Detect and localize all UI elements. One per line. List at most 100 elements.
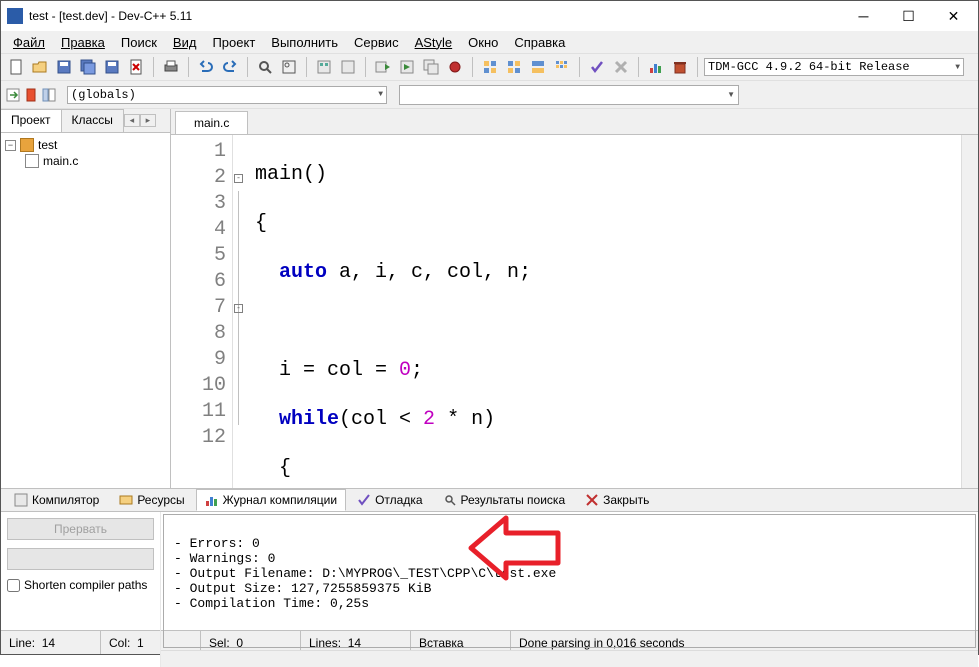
- chevron-down-icon: ▼: [955, 63, 960, 72]
- editor-panel: main.c 1 2 3 4 5 6 7 8 9 10 11 12: [171, 109, 978, 488]
- rebuild-all-icon[interactable]: [420, 56, 442, 78]
- abort-button[interactable]: Прервать: [7, 518, 154, 540]
- project-icon: [20, 138, 34, 152]
- tab-close[interactable]: Закрыть: [576, 489, 658, 511]
- titlebar: test - [test.dev] - Dev-C++ 5.11 ─ ☐ ✕: [1, 1, 978, 31]
- new-file-icon[interactable]: [5, 56, 27, 78]
- minimize-button[interactable]: ─: [841, 2, 886, 30]
- vertical-scrollbar[interactable]: [961, 135, 978, 488]
- project-tree: − test main.c: [1, 133, 170, 488]
- menu-run[interactable]: Выполнить: [263, 33, 346, 52]
- toolbar-secondary: (globals) ▼ ▼: [1, 81, 978, 109]
- project-panel: Проект Классы ◂▸ − test main.c: [1, 109, 171, 488]
- rebuild-icon[interactable]: [396, 56, 418, 78]
- menu-window[interactable]: Окно: [460, 33, 506, 52]
- compiler-select[interactable]: TDM-GCC 4.9.2 64-bit Release ▼: [704, 58, 964, 76]
- search-results-icon: [443, 493, 457, 507]
- replace-icon[interactable]: [278, 56, 300, 78]
- menu-edit[interactable]: Правка: [53, 33, 113, 52]
- close-file-icon[interactable]: [125, 56, 147, 78]
- save-all-icon[interactable]: [77, 56, 99, 78]
- bottom-panel: Компилятор Ресурсы Журнал компиляции Отл…: [1, 488, 978, 630]
- bottom-tabs: Компилятор Ресурсы Журнал компиляции Отл…: [1, 489, 978, 512]
- line-numbers: 1 2 3 4 5 6 7 8 9 10 11 12: [171, 135, 233, 488]
- chevron-down-icon: ▼: [727, 90, 735, 99]
- chevron-down-icon: ▼: [378, 90, 383, 99]
- run-icon[interactable]: [337, 56, 359, 78]
- file-tabs: main.c: [171, 109, 978, 135]
- collapse-icon[interactable]: −: [5, 140, 16, 151]
- menu-service[interactable]: Сервис: [346, 33, 407, 52]
- main-area: Проект Классы ◂▸ − test main.c main.c: [1, 109, 978, 488]
- tab-project[interactable]: Проект: [1, 109, 62, 132]
- toolbar-main: TDM-GCC 4.9.2 64-bit Release ▼: [1, 53, 978, 81]
- tree-root[interactable]: − test: [5, 137, 166, 153]
- tab-search-results[interactable]: Результаты поиска: [434, 489, 575, 511]
- bookmark-icon[interactable]: [23, 87, 39, 103]
- symbol-select[interactable]: ▼: [399, 85, 739, 105]
- print-icon[interactable]: [160, 56, 182, 78]
- grid2-icon[interactable]: [503, 56, 525, 78]
- goto-icon[interactable]: [5, 87, 21, 103]
- close-button[interactable]: ✕: [931, 2, 976, 30]
- app-icon: [7, 8, 23, 24]
- compile-log[interactable]: - Errors: 0 - Warnings: 0 - Output Filen…: [163, 514, 976, 648]
- save-as-icon[interactable]: [101, 56, 123, 78]
- compile-controls: Прервать Shorten compiler paths: [1, 512, 161, 667]
- fold-column: - -: [233, 135, 247, 488]
- tab-resources[interactable]: Ресурсы: [110, 489, 193, 511]
- tab-compiler[interactable]: Компилятор: [5, 489, 108, 511]
- resources-icon: [119, 493, 133, 507]
- grid4-icon[interactable]: [551, 56, 573, 78]
- menu-file[interactable]: Файл: [5, 33, 53, 52]
- project-name: test: [38, 138, 57, 152]
- tab-debug[interactable]: Отладка: [348, 489, 431, 511]
- maximize-button[interactable]: ☐: [886, 2, 931, 30]
- tree-file[interactable]: main.c: [5, 153, 166, 169]
- globals-select[interactable]: (globals) ▼: [67, 86, 387, 104]
- tab-classes[interactable]: Классы: [62, 109, 124, 132]
- undo-icon[interactable]: [195, 56, 217, 78]
- horizontal-scrollbar[interactable]: [161, 650, 978, 667]
- stop-icon[interactable]: [610, 56, 632, 78]
- grid3-icon[interactable]: [527, 56, 549, 78]
- close-icon: [585, 493, 599, 507]
- debug-icon: [357, 493, 371, 507]
- tabs-scroller[interactable]: ◂▸: [124, 109, 156, 132]
- shorten-paths-checkbox[interactable]: Shorten compiler paths: [7, 578, 154, 592]
- menu-astyle[interactable]: AStyle: [407, 33, 461, 52]
- file-icon: [25, 154, 39, 168]
- compile-run-icon[interactable]: [372, 56, 394, 78]
- window-title: test - [test.dev] - Dev-C++ 5.11: [29, 9, 841, 23]
- menu-view[interactable]: Вид: [165, 33, 205, 52]
- check-icon[interactable]: [586, 56, 608, 78]
- chart-icon[interactable]: [645, 56, 667, 78]
- shorten-paths-input[interactable]: [7, 579, 20, 592]
- file-tab-main-c[interactable]: main.c: [175, 111, 248, 134]
- panel-icon[interactable]: [41, 87, 57, 103]
- menu-project[interactable]: Проект: [204, 33, 263, 52]
- open-icon[interactable]: [29, 56, 51, 78]
- log-icon: [205, 493, 219, 507]
- tab-compile-log[interactable]: Журнал компиляции: [196, 489, 346, 511]
- menubar: Файл Правка Поиск Вид Проект Выполнить С…: [1, 31, 978, 53]
- blank-button[interactable]: [7, 548, 154, 570]
- file-name: main.c: [43, 154, 78, 168]
- redo-icon[interactable]: [219, 56, 241, 78]
- code-text[interactable]: main() { auto a, i, c, col, n; i = col =…: [247, 135, 961, 488]
- fold-toggle-icon[interactable]: -: [234, 174, 243, 183]
- compile-icon[interactable]: [313, 56, 335, 78]
- main-window: test - [test.dev] - Dev-C++ 5.11 ─ ☐ ✕ Ф…: [0, 0, 979, 655]
- bottom-body: Прервать Shorten compiler paths - Errors…: [1, 512, 978, 667]
- menu-help[interactable]: Справка: [506, 33, 573, 52]
- save-icon[interactable]: [53, 56, 75, 78]
- debug-icon[interactable]: [444, 56, 466, 78]
- grid1-icon[interactable]: [479, 56, 501, 78]
- menu-search[interactable]: Поиск: [113, 33, 165, 52]
- project-panel-tabs: Проект Классы ◂▸: [1, 109, 170, 133]
- compiler-icon: [14, 493, 28, 507]
- find-icon[interactable]: [254, 56, 276, 78]
- fold-toggle-icon[interactable]: -: [234, 304, 243, 313]
- code-editor[interactable]: 1 2 3 4 5 6 7 8 9 10 11 12 -: [171, 135, 978, 488]
- trash-icon[interactable]: [669, 56, 691, 78]
